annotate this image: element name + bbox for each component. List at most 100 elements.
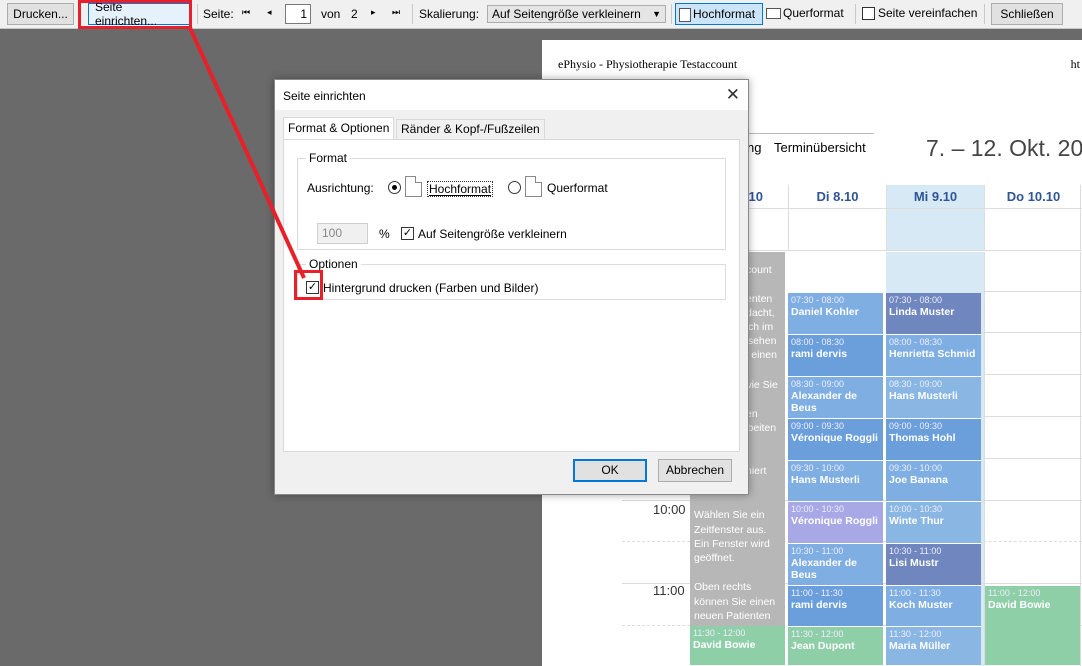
landscape-radio[interactable] [508, 180, 521, 195]
close-icon[interactable]: ✕ [726, 85, 740, 105]
current-page-input[interactable]: 1 [285, 4, 311, 24]
shrink-checkbox[interactable]: ✓ [401, 226, 414, 241]
appointment-name: Joe Banana [889, 474, 948, 486]
time-label: 10:00 [653, 502, 686, 517]
format-group: Format Ausrichtung: Hochformat Querforma… [297, 151, 726, 250]
prev-page-icon[interactable]: ◂ [267, 7, 272, 18]
appointment[interactable]: 11:00 - 11:30 Koch Muster [886, 586, 981, 627]
grid-line [1080, 252, 1081, 666]
blocked-text: l einen [746, 349, 777, 361]
annotation-box [78, 0, 192, 29]
radio-button [508, 181, 521, 195]
blocked-text: Zeitfenster aus. [694, 524, 767, 536]
all-day-cell-highlight [886, 208, 984, 250]
appointment-time: 08:00 - 08:30 [889, 337, 943, 347]
landscape-label[interactable]: Querformat [547, 181, 608, 195]
print-button[interactable]: Drucken... [7, 3, 74, 25]
first-page-icon[interactable]: ⏮ [242, 7, 250, 18]
grid-line [984, 458, 1082, 459]
appointment[interactable]: 09:30 - 10:00 Joe Banana [886, 461, 981, 502]
grid-line [984, 291, 1082, 292]
ok-button[interactable]: OK [573, 459, 647, 482]
appointment-time: 09:00 - 09:30 [889, 421, 943, 431]
appointment-time: 09:30 - 10:00 [791, 463, 845, 473]
blocked-text: Ein Fenster wird [694, 538, 770, 550]
blocked-text: niert [746, 465, 767, 477]
time-label: 11:00 [653, 583, 685, 598]
appointment[interactable]: 10:00 - 10:30 Winte Thur [886, 502, 981, 544]
appointment-name: Véronique Roggli [791, 432, 878, 444]
appointment-time: 07:30 - 08:00 [889, 295, 943, 305]
appointment-time: 08:30 - 09:00 [889, 379, 943, 389]
appointment-name: Linda Muster [889, 306, 955, 318]
appointment[interactable]: 10:30 - 11:00 Lisi Mustr [886, 544, 981, 586]
blocked-text: geöffnet. [694, 552, 735, 564]
last-page-icon[interactable]: ⏭ [392, 7, 400, 18]
page-setup-dialog: Seite einrichten ✕ Format & Optionen Rän… [274, 79, 749, 495]
appointment[interactable]: 08:30 - 09:00 Alexander de Beus [788, 377, 883, 419]
grid-line [984, 332, 1082, 333]
blocked-text: enten [746, 293, 773, 305]
view-tab-partial: ng [747, 140, 762, 155]
appointment-name: Hans Musterli [791, 474, 860, 486]
page-label: Seite: [203, 7, 234, 21]
close-button[interactable]: Schließen [991, 3, 1063, 25]
appointment[interactable]: 11:30 - 12:00 Jean Dupont [788, 627, 883, 666]
blocked-text: Wählen Sie ein [694, 509, 765, 521]
appointment-name: David Bowie [988, 599, 1051, 611]
appointment-name: David Bowie [693, 639, 756, 651]
tab-format-options[interactable]: Format & Optionen [283, 117, 395, 140]
annotation-box [294, 270, 323, 300]
cancel-button[interactable]: Abbrechen [658, 459, 732, 482]
blocked-text: neuen Patienten [694, 610, 771, 622]
appointment[interactable]: 07:30 - 08:00 Linda Muster [886, 293, 981, 335]
appointment-name: Koch Muster [889, 599, 953, 611]
simplify-page-checkbox[interactable]: Seite vereinfachen [862, 6, 977, 21]
appointment[interactable]: 10:30 - 11:00 Alexander de Beus [788, 544, 883, 586]
blocked-text: wie Sie [744, 379, 778, 391]
landscape-page-icon [766, 8, 781, 20]
appointment-time: 11:00 - 11:30 [889, 588, 941, 598]
appointment[interactable]: 08:00 - 08:30 rami dervis [788, 335, 883, 377]
view-tab-overview: Terminübersicht [774, 140, 866, 155]
landscape-page-icon [525, 176, 542, 197]
appointment-time: 08:30 - 09:00 [791, 379, 845, 389]
appointment[interactable]: 11:00 - 11:30 rami dervis [788, 586, 883, 627]
appointment-name: Jean Dupont [791, 640, 855, 652]
day-header: Mi 9.10 [886, 185, 984, 208]
page-header-title: ePhysio - Physiotherapie Testaccount [558, 57, 738, 71]
appointment[interactable]: 11:30 - 12:00 Maria Müller [886, 627, 981, 666]
portrait-radio[interactable] [388, 180, 401, 195]
appointment[interactable]: 07:30 - 08:00 Daniel Kohler [788, 293, 883, 335]
tab-margins-headers[interactable]: Ränder & Kopf-/Fußzeilen [396, 119, 545, 140]
appointment[interactable]: 09:30 - 10:00 Hans Musterli [788, 461, 883, 502]
appointment[interactable]: 09:00 - 09:30 Thomas Hohl [886, 419, 981, 461]
appointment[interactable]: 10:00 - 10:30 Véronique Roggli [788, 502, 883, 544]
of-label: von [321, 7, 341, 21]
appointment[interactable]: 11:00 - 12:00 David Bowie [985, 586, 1080, 666]
group-title: Format [306, 151, 351, 165]
landscape-toggle[interactable]: Querformat [766, 6, 844, 20]
appointment[interactable]: 08:00 - 08:30 Henrietta Schmid [886, 335, 981, 377]
blocked-text: count [746, 264, 772, 276]
scale-input[interactable]: 100 [317, 223, 368, 244]
blocked-text: Oben rechts [694, 581, 752, 593]
appointment-time: 10:30 - 11:00 [889, 546, 942, 556]
appointment-name: rami dervis [791, 599, 848, 611]
appointment-time: 08:00 - 08:30 [791, 337, 845, 347]
next-page-icon[interactable]: ▸ [371, 7, 376, 18]
radio-button [388, 181, 401, 195]
appointment[interactable]: 09:00 - 09:30 Véronique Roggli [788, 419, 883, 461]
appointment[interactable]: 08:30 - 09:00 Hans Musterli [886, 377, 981, 419]
appointment-name: Alexander de Beus [791, 557, 857, 581]
appointment-time: 11:30 - 12:00 [889, 629, 942, 639]
portrait-toggle[interactable]: Hochformat [675, 3, 763, 25]
grid-line [984, 185, 985, 250]
portrait-label[interactable]: Hochformat [427, 181, 494, 197]
appointment-time: 10:30 - 11:00 [791, 546, 844, 556]
appointment[interactable]: 11:30 - 12:00 David Bowie [690, 626, 785, 666]
appointment-time: 10:00 - 10:30 [791, 504, 845, 514]
appointment-time: 09:00 - 09:30 [791, 421, 845, 431]
scaling-select[interactable]: Auf Seitengröße verkleinern ▼ [487, 5, 666, 23]
print-background-label: Hintergrund drucken (Farben und Bilder) [323, 281, 539, 295]
